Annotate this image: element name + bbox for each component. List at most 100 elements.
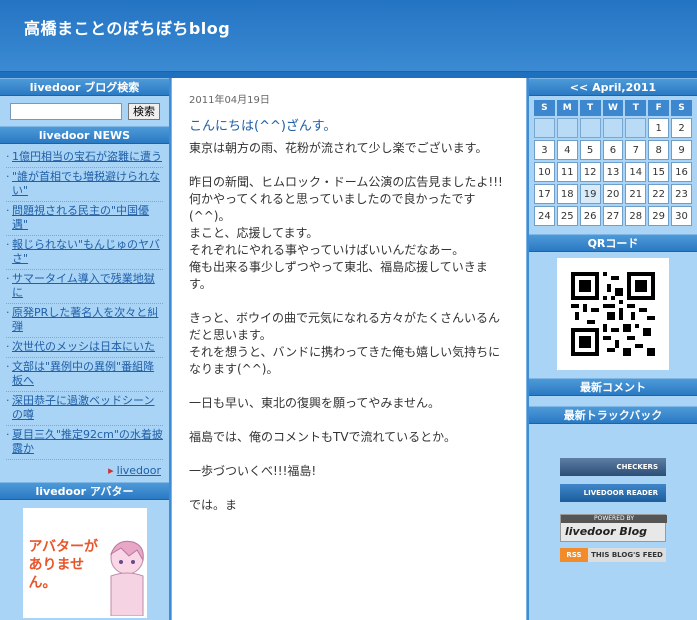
post-paragraph: 福島では、俺のコメントもTVで流れているとか。 <box>189 430 456 444</box>
news-item: · 問題視される民主の"中国優遇" <box>6 202 163 236</box>
qr-code <box>557 258 669 370</box>
calendar-day: 10 <box>534 162 555 182</box>
calendar-day: 5 <box>579 140 601 160</box>
search-row: 検索 <box>0 96 169 126</box>
calendar-weekday: M <box>556 100 578 116</box>
avatar-box-title: livedoor アバター <box>0 482 169 500</box>
avatar-message: アバターがありません。 <box>28 539 98 591</box>
post-paragraph: 東京は朝方の雨、花粉が流されて少し楽でございます。 <box>189 141 488 155</box>
calendar-weekday: S <box>534 100 555 116</box>
news-link[interactable]: 深田恭子に過激ベッドシーンの噂 <box>12 394 163 422</box>
calendar-day: 22 <box>648 184 670 204</box>
calendar-day: 11 <box>556 162 578 182</box>
checkers-badge[interactable]: CHECKERS <box>560 458 666 476</box>
avatar-placeholder: アバターがありません。 <box>22 508 147 618</box>
left-sidebar: livedoor ブログ検索 検索 livedoor NEWS · 1億円相当の宝… <box>0 78 169 620</box>
news-item: · 1億円相当の宝石が盗難に遭う <box>6 148 163 168</box>
calendar-day: 7 <box>625 140 647 160</box>
recent-comments-body <box>529 396 697 406</box>
calendar-prev-link[interactable]: << <box>570 81 588 94</box>
calendar-day: 20 <box>602 184 624 204</box>
calendar-day: 18 <box>556 184 578 204</box>
reader-badge-label: LIVEDOOR READER <box>583 489 658 497</box>
calendar-day: 24 <box>534 206 555 226</box>
news-link[interactable]: サマータイム導入で残業地獄に <box>12 272 163 300</box>
calendar-day: 1 <box>648 118 670 138</box>
news-footer-link[interactable]: livedoor <box>117 464 161 477</box>
search-button[interactable]: 検索 <box>128 103 160 120</box>
news-box-title[interactable]: livedoor NEWS <box>0 126 169 144</box>
powered-by-label: POWERED BY <box>561 515 667 523</box>
recent-comments-title: 最新コメント <box>529 378 697 396</box>
news-link[interactable]: 文部は"異例中の異例"番組降板へ <box>12 360 163 388</box>
calendar-empty-cell <box>579 118 601 138</box>
calendar-weekday: S <box>671 100 692 116</box>
site-header: 高橋まことのぼちぼちblog <box>0 0 697 72</box>
news-item: · 夏目三久"推定92cm"の水着披露か <box>6 426 163 460</box>
news-footer: ▸ livedoor <box>0 460 169 482</box>
rss-label: RSS <box>560 548 588 562</box>
post-paragraph: 昨日の新聞、ヒムロック・ドーム公演の広告見ましたよ!!! 何かやってくれると思っ… <box>189 175 503 291</box>
calendar-day: 25 <box>556 206 578 226</box>
main-content: 2011年04月19日 こんにちは(^^)ざんす。 東京は朝方の雨、花粉が流され… <box>171 78 527 620</box>
news-item: · 次世代のメッシは日本にいた <box>6 338 163 358</box>
calendar-empty-cell <box>556 118 578 138</box>
news-link[interactable]: 1億円相当の宝石が盗難に遭う <box>12 150 162 164</box>
calendar-day: 17 <box>534 184 555 204</box>
search-box-title: livedoor ブログ検索 <box>0 78 169 96</box>
calendar-day: 2 <box>671 118 692 138</box>
calendar-weekday: W <box>602 100 624 116</box>
calendar-weekday: F <box>648 100 670 116</box>
news-link[interactable]: 報じられない"もんじゅのヤバさ" <box>12 238 163 266</box>
calendar-day[interactable]: 19 <box>579 184 601 204</box>
calendar-day: 29 <box>648 206 670 226</box>
calendar-day: 27 <box>602 206 624 226</box>
news-item: · 原発PRした著名人を次々と糾弾 <box>6 304 163 338</box>
news-item: · 深田恭子に過激ベッドシーンの噂 <box>6 392 163 426</box>
calendar-day: 14 <box>625 162 647 182</box>
calendar-day: 3 <box>534 140 555 160</box>
calendar-month-label: April,2011 <box>592 81 657 94</box>
avatar-character-icon <box>109 540 144 616</box>
livedoor-reader-badge[interactable]: LIVEDOOR READER <box>560 484 666 502</box>
calendar-day: 15 <box>648 162 670 182</box>
post-title[interactable]: こんにちは(^^)ざんす。 <box>189 115 336 134</box>
post-paragraph: 一歩づついくべ!!!福島! <box>189 464 317 478</box>
livedoor-logo-icon: ▸ <box>108 464 114 477</box>
news-list: · 1億円相当の宝石が盗難に遭う · "誰が首相でも増税避けられない" · 問題視される民… <box>0 144 169 460</box>
calendar-day: 16 <box>671 162 692 182</box>
calendar-header: << April,2011 <box>529 78 697 96</box>
blog-search-input[interactable] <box>10 103 122 120</box>
news-link[interactable]: "誰が首相でも増税避けられない" <box>12 170 163 198</box>
post-paragraph: 一日も早い、東北の復興を願ってやみません。 <box>189 396 441 410</box>
calendar-weekday: T <box>625 100 647 116</box>
powered-by-badge[interactable]: POWERED BY livedoor Blog <box>560 514 667 542</box>
calendar-empty-cell <box>625 118 647 138</box>
calendar-day: 21 <box>625 184 647 204</box>
post-paragraph: では。ま <box>189 498 238 512</box>
powered-by-brand: livedoor Blog <box>565 525 648 538</box>
news-link[interactable]: 原発PRした著名人を次々と糾弾 <box>12 306 163 334</box>
calendar-day: 28 <box>625 206 647 226</box>
calendar-day: 12 <box>579 162 601 182</box>
news-link[interactable]: 問題視される民主の"中国優遇" <box>12 204 163 232</box>
checkers-badge-label: CHECKERS <box>616 463 658 471</box>
calendar-day: 9 <box>671 140 692 160</box>
qr-box-title: QRコード <box>529 234 697 252</box>
site-title[interactable]: 高橋まことのぼちぼちblog <box>24 15 230 39</box>
qr-code-icon <box>571 272 655 356</box>
calendar-table: S M T W T F S 1 2 3 4 5 6 7 8 9 10 11 12 13 14 15 16 17 18 19 20 21… <box>532 98 694 228</box>
news-item: · 報じられない"もんじゅのヤバさ" <box>6 236 163 270</box>
news-link[interactable]: 夏目三久"推定92cm"の水着披露か <box>12 428 163 456</box>
feed-label: THIS BLOG'S FEED <box>588 548 666 562</box>
news-link[interactable]: 次世代のメッシは日本にいた <box>12 340 155 354</box>
calendar-day: 4 <box>556 140 578 160</box>
calendar-empty-cell <box>602 118 624 138</box>
calendar-day: 13 <box>602 162 624 182</box>
news-item: · 文部は"異例中の異例"番組降板へ <box>6 358 163 392</box>
post-body: 東京は朝方の雨、花粉が流されて少し楽でございます。昨日の新聞、ヒムロック・ドーム… <box>189 140 509 531</box>
post-paragraph: きっと、ボウイの曲で元気になれる方々がたくさんいるんだと思います。 それを想うと… <box>189 311 501 376</box>
rss-feed-badge[interactable]: RSS THIS BLOG'S FEED <box>560 548 666 562</box>
